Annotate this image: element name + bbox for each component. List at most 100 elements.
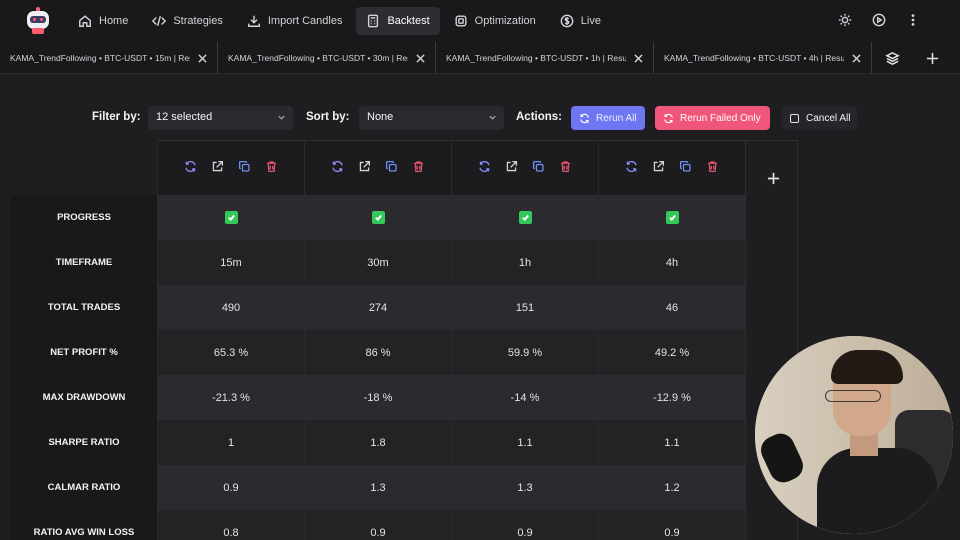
refresh-icon: [580, 113, 589, 123]
nav-live-label: Live: [580, 15, 601, 27]
column-actions: [305, 140, 452, 195]
tab-4h[interactable]: KAMA_TrendFollowing • BTC-USDT • 4h | Re…: [654, 42, 872, 74]
tab-15m[interactable]: KAMA_TrendFollowing • BTC-USDT • 15m | R…: [0, 42, 218, 74]
close-icon[interactable]: [631, 51, 645, 65]
sort-value: None: [367, 111, 394, 123]
trash-icon[interactable]: [706, 160, 719, 176]
rerun-failed-button[interactable]: Rerun Failed Only: [655, 106, 770, 130]
table-cell: 0.9: [452, 510, 599, 540]
row-label: RATIO AVG WIN LOSS: [11, 510, 158, 540]
column-actions: [158, 140, 305, 195]
nav-home[interactable]: Home: [68, 7, 138, 35]
nav-strategies-label: Strategies: [173, 15, 223, 27]
row-label: CALMAR RATIO: [11, 465, 158, 510]
tab-bar: KAMA_TrendFollowing • BTC-USDT • 15m | R…: [0, 42, 960, 74]
plus-icon: [926, 52, 938, 64]
copy-icon[interactable]: [385, 160, 398, 176]
table-row-ratio-avg-win-loss: RATIO AVG WIN LOSS 0.8 0.9 0.9 0.9: [11, 510, 746, 540]
table-cell: 1.1: [599, 420, 746, 465]
trash-icon[interactable]: [412, 160, 425, 176]
table-row-timeframe: TIMEFRAME 15m 30m 1h 4h: [11, 240, 746, 285]
table-cell: 0.9: [158, 465, 305, 510]
close-icon[interactable]: [413, 51, 427, 65]
tab-30m[interactable]: KAMA_TrendFollowing • BTC-USDT • 30m | R…: [218, 42, 436, 74]
rerun-all-label: Rerun All: [596, 112, 637, 124]
nav-optimization[interactable]: Optimization: [444, 7, 546, 35]
tab-label: KAMA_TrendFollowing • BTC-USDT • 15m | R…: [10, 53, 190, 63]
nav-home-label: Home: [99, 15, 129, 27]
open-external-icon[interactable]: [505, 160, 518, 176]
sun-icon[interactable]: [838, 13, 852, 27]
open-external-icon[interactable]: [652, 160, 665, 176]
rerun-all-button[interactable]: Rerun All: [571, 106, 645, 130]
filter-label: Filter by:: [92, 111, 141, 123]
row-label: MAX DRAWDOWN: [11, 375, 158, 420]
tab-label: KAMA_TrendFollowing • BTC-USDT • 1h | Re…: [446, 53, 626, 63]
table-cell: 151: [452, 285, 599, 330]
open-external-icon[interactable]: [358, 160, 371, 176]
sort-select[interactable]: None: [359, 106, 504, 130]
table-cell: 0.9: [305, 510, 452, 540]
rerun-icon[interactable]: [625, 160, 638, 176]
dollar-icon: [560, 14, 574, 28]
layers-button[interactable]: [872, 42, 912, 74]
results-table: PROGRESS TIMEFRAME 15m 30m 1h 4h TOTAL T…: [11, 140, 746, 540]
copy-icon[interactable]: [679, 160, 692, 176]
close-icon[interactable]: [849, 51, 863, 65]
trash-icon[interactable]: [559, 160, 572, 176]
table-cell: 46: [599, 285, 746, 330]
rerun-icon[interactable]: [184, 160, 197, 176]
nav-live[interactable]: Live: [550, 7, 611, 35]
row-label: TOTAL TRADES: [11, 285, 158, 330]
rerun-failed-label: Rerun Failed Only: [680, 112, 761, 124]
check-icon: [518, 211, 532, 224]
nav-backtest-label: Backtest: [387, 15, 430, 27]
nav-strategies[interactable]: Strategies: [142, 7, 233, 35]
layers-icon: [884, 51, 900, 65]
new-tab-button[interactable]: [912, 42, 952, 74]
nav-backtest[interactable]: Backtest: [356, 7, 440, 35]
cancel-all-button[interactable]: Cancel All: [782, 106, 857, 130]
table-cell: 274: [305, 285, 452, 330]
top-navigation: Home Strategies Import Candles Backtest …: [0, 0, 960, 42]
filter-select[interactable]: 12 selected: [148, 106, 293, 130]
table-cell: 65.3 %: [158, 330, 305, 375]
stop-icon: [790, 113, 799, 123]
table-cell: 1.1: [452, 420, 599, 465]
cancel-all-label: Cancel All: [806, 112, 851, 124]
copy-icon[interactable]: [238, 160, 251, 176]
progress-cell: [305, 195, 452, 240]
table-cell: 1h: [452, 240, 599, 285]
close-icon[interactable]: [195, 51, 209, 65]
robot-logo[interactable]: [24, 7, 52, 35]
chevron-down-icon: [277, 113, 286, 122]
calculator-icon: [368, 14, 379, 28]
nav-import-candles-label: Import Candles: [267, 15, 343, 27]
play-circle-icon[interactable]: [872, 13, 886, 27]
table-cell: -12.9 %: [599, 375, 746, 420]
check-icon: [665, 211, 679, 224]
column-actions: [452, 140, 599, 195]
table-cell: 1.3: [452, 465, 599, 510]
copy-icon[interactable]: [532, 160, 545, 176]
rerun-icon[interactable]: [478, 160, 491, 176]
table-corner: [11, 140, 158, 195]
open-external-icon[interactable]: [211, 160, 224, 176]
table-cell: 59.9 %: [452, 330, 599, 375]
code-icon: [152, 16, 167, 26]
tab-label: KAMA_TrendFollowing • BTC-USDT • 4h | Re…: [664, 53, 844, 63]
rerun-icon[interactable]: [331, 160, 344, 176]
chip-icon: [455, 15, 467, 27]
check-icon: [224, 211, 238, 224]
table-cell: 490: [158, 285, 305, 330]
tab-1h[interactable]: KAMA_TrendFollowing • BTC-USDT • 1h | Re…: [436, 42, 654, 74]
progress-cell: [599, 195, 746, 240]
progress-cell: [158, 195, 305, 240]
actions-label: Actions:: [516, 111, 562, 123]
more-vertical-icon[interactable]: [906, 13, 920, 27]
progress-cell: [452, 195, 599, 240]
tab-label: KAMA_TrendFollowing • BTC-USDT • 30m | R…: [228, 53, 408, 63]
trash-icon[interactable]: [265, 160, 278, 176]
nav-import-candles[interactable]: Import Candles: [237, 7, 353, 35]
table-cell: 1.3: [305, 465, 452, 510]
